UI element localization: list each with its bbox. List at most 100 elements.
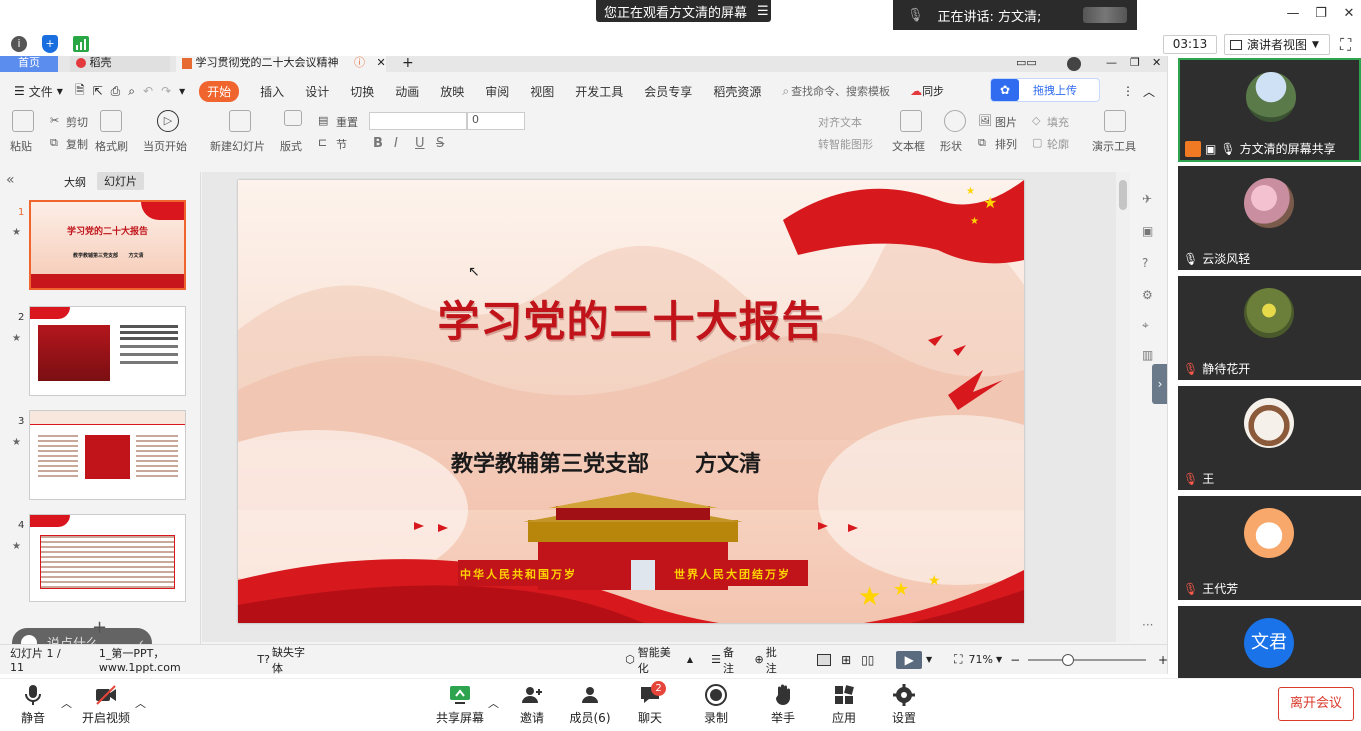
mute-button[interactable]: 静音 (3, 683, 63, 726)
bold-icon[interactable]: B (373, 136, 383, 151)
sync-label[interactable]: 同步 (922, 83, 944, 99)
picture-button[interactable]: 图片 (995, 114, 1017, 130)
fill-button[interactable]: 填充 (1047, 114, 1069, 130)
reset-button[interactable]: 重置 (336, 114, 358, 130)
apps-button[interactable]: 应用 (814, 683, 874, 726)
hamburger-icon[interactable]: ☰ (14, 84, 25, 98)
menu-slideshow[interactable]: 放映 (440, 83, 464, 100)
close-icon[interactable]: ✕ (1146, 56, 1161, 72)
rocket-icon[interactable]: ✈ (1142, 192, 1152, 206)
participant-tile[interactable]: 🎙 云淡风轻 (1178, 166, 1361, 270)
notes-button[interactable]: 备注 (723, 644, 745, 675)
chevron-up-icon[interactable]: ▲ (687, 655, 693, 664)
font-family-select[interactable] (369, 112, 467, 130)
leave-meeting-button[interactable]: 离开会议 (1278, 687, 1354, 721)
layout-button[interactable]: 版式 (280, 138, 302, 154)
more-icon[interactable]: ▾ (179, 84, 185, 98)
annotate-button[interactable]: 批注 (766, 644, 788, 675)
zoom-slider-thumb[interactable] (1062, 653, 1075, 666)
minimize-icon[interactable]: — (1100, 56, 1117, 72)
menu-start[interactable]: 开始 (199, 80, 240, 102)
tab-close-icon[interactable]: ✕ (377, 56, 386, 69)
chevron-up-icon[interactable]: ︿ (61, 695, 72, 711)
minimize-icon[interactable]: — (1282, 4, 1304, 24)
underline-icon[interactable]: U (415, 136, 425, 151)
slide-thumbnail-1[interactable]: 学习党的二十大报告 教学教辅第三党支部 方文清 (29, 200, 186, 290)
play-from-current-button[interactable]: 当页开始 (143, 138, 187, 154)
upload-widget[interactable]: ✿ 拖拽上传 (990, 78, 1100, 102)
chevron-up-icon[interactable]: ︿ (135, 695, 146, 711)
font-size-select[interactable]: 0 (467, 112, 525, 130)
participant-tile[interactable]: ▣ 🎙 方文清的屏幕共享 (1178, 58, 1361, 162)
slide-title[interactable]: 学习党的二十大报告 (238, 288, 1024, 349)
collapse-ribbon-icon[interactable]: ︿ (1143, 83, 1155, 100)
zoom-out-icon[interactable]: − (1010, 653, 1020, 667)
paste-icon[interactable] (12, 110, 34, 132)
paste-button[interactable]: 粘贴 (10, 138, 32, 154)
chevron-down-icon[interactable]: ▼ (926, 655, 932, 664)
grid-view-icon[interactable]: ⊞ (841, 653, 851, 667)
reading-view-icon[interactable]: ▯▯ (861, 653, 874, 667)
record-button[interactable]: 录制 (686, 683, 746, 726)
textbox-icon[interactable] (900, 110, 922, 132)
info-icon[interactable]: i (11, 36, 27, 52)
strikethrough-icon[interactable]: S (436, 136, 444, 151)
fullscreen-icon[interactable]: ⛶ (1340, 35, 1358, 54)
menu-docer-resources[interactable]: 稻壳资源 (713, 83, 761, 100)
shape-icon[interactable] (944, 110, 966, 132)
convert-smartart-button[interactable]: 转智能图形 (818, 136, 873, 152)
section-button[interactable]: 节 (336, 136, 347, 152)
export-icon[interactable]: ⇱ (93, 84, 103, 98)
zoom-level[interactable]: 71% (969, 653, 993, 666)
chevron-down-icon[interactable]: ▼ (996, 655, 1002, 664)
tab-home[interactable]: 首页 (0, 56, 58, 72)
collapse-panel-icon[interactable]: « (6, 172, 15, 188)
presentation-tools-icon[interactable] (1104, 110, 1126, 132)
signal-icon[interactable] (73, 36, 89, 52)
members-button[interactable]: 成员(6) (560, 683, 620, 726)
slide-thumbnail-4[interactable] (29, 514, 186, 602)
menu-insert[interactable]: 插入 (260, 83, 284, 100)
missing-font[interactable]: 缺失字体 (272, 644, 315, 675)
shield-icon[interactable]: + (42, 35, 58, 53)
slides-icon[interactable]: ▣ (1142, 224, 1153, 238)
redo-icon[interactable]: ↷ (161, 84, 171, 98)
book-icon[interactable]: ▥ (1142, 348, 1153, 362)
vertical-scrollbar[interactable] (1116, 172, 1130, 642)
invite-button[interactable]: 邀请 (502, 683, 562, 726)
zoom-slider[interactable] (1028, 653, 1146, 666)
arrange-button[interactable]: 排列 (995, 136, 1017, 152)
menu-view[interactable]: 视图 (530, 83, 554, 100)
settings-icon[interactable]: ⚙ (1142, 288, 1153, 302)
raise-hand-button[interactable]: 举手 (753, 683, 813, 726)
zoom-in-icon[interactable]: + (1158, 653, 1167, 667)
menu-icon[interactable]: ☰ (757, 4, 769, 19)
restore-icon[interactable]: ❐ (1124, 56, 1140, 72)
textbox-button[interactable]: 文本框 (892, 138, 925, 154)
share-screen-button[interactable]: 共享屏幕 (430, 683, 490, 726)
slide-subtitle[interactable]: 教学教辅第三党支部 方文清 (451, 446, 761, 478)
command-search[interactable]: 查找命令、搜索模板 (791, 83, 890, 99)
slide-thumbnail-2[interactable] (29, 306, 186, 396)
menu-animation[interactable]: 动画 (395, 83, 419, 100)
normal-view-icon[interactable] (817, 653, 832, 666)
video-button[interactable]: 开启视频 (76, 683, 136, 726)
avatar[interactable] (1066, 56, 1084, 72)
presentation-tools-button[interactable]: 演示工具 (1092, 138, 1136, 154)
tab-document[interactable]: 学习贯彻党的二十大会议精神 ⓘ ✕ (176, 56, 386, 72)
menu-file[interactable]: 文件 (29, 83, 53, 100)
current-slide[interactable]: ★ ★ ★ ★ ★ ★ 学习党的二十大报告 教学教辅第三党支部 方文清 中华人民… (238, 180, 1024, 623)
scrollbar-thumb[interactable] (1119, 180, 1127, 210)
play-slideshow-icon[interactable]: ▶ (896, 650, 922, 669)
settings-button[interactable]: 设置 (874, 683, 934, 726)
menu-design[interactable]: 设计 (305, 83, 329, 100)
layout-icon[interactable] (284, 110, 302, 126)
align-text-button[interactable]: 对齐文本 (818, 114, 862, 130)
slide-thumbnail-3[interactable] (29, 410, 186, 500)
italic-icon[interactable]: I (394, 136, 398, 151)
menu-developer[interactable]: 开发工具 (575, 83, 623, 100)
tab-outline[interactable]: 大纲 (64, 174, 86, 190)
layout-icon[interactable]: ▭▭ (1010, 56, 1038, 72)
cut-button[interactable]: 剪切 (66, 114, 88, 130)
beautify-button[interactable]: 智能美化 (638, 644, 681, 675)
